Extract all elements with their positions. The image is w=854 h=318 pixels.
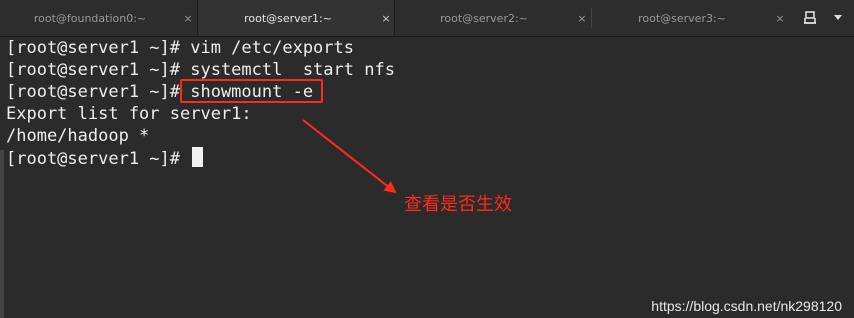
watermark: https://blog.csdn.net/nk298120	[651, 298, 842, 314]
annotation-note: 查看是否生效	[404, 194, 512, 215]
annotation-arrow	[302, 119, 397, 194]
